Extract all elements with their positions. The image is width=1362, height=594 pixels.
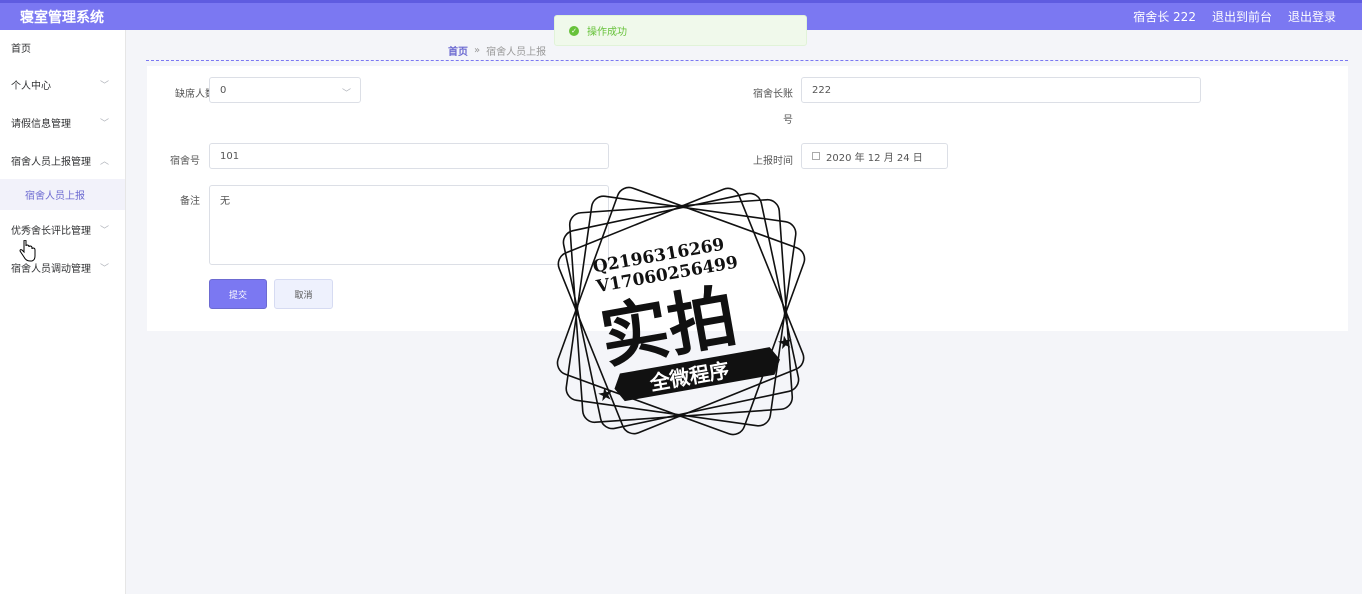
leader-account-label-line1: 宿舍长账	[753, 89, 793, 100]
absent-count-select[interactable]: 0 ﹀	[209, 77, 361, 103]
submit-button[interactable]: 提交	[209, 279, 267, 309]
leader-account-field[interactable]: 222	[801, 77, 1201, 103]
breadcrumb-divider	[146, 60, 1348, 61]
report-time-datepicker[interactable]: 2020 年 12 月 24 日	[801, 143, 948, 169]
breadcrumb-current: 宿舍人员上报	[486, 47, 547, 58]
dorm-number-label: 宿舍号	[170, 156, 200, 167]
sidebar-item-home[interactable]: 首页	[0, 30, 125, 65]
sidebar-item-report-management[interactable]: 宿舍人员上报管理 ︿	[0, 141, 125, 179]
breadcrumb-home[interactable]: 首页	[448, 43, 468, 58]
chevron-down-icon: ﹀	[341, 89, 351, 99]
current-user: 宿舍长 222	[1133, 10, 1196, 24]
cancel-button[interactable]: 取消	[274, 279, 333, 309]
leader-account-label-wrap: 号	[733, 111, 793, 126]
chevron-down-icon: ﹀	[99, 263, 109, 274]
check-circle-icon: ✓	[569, 25, 579, 36]
remark-value: 无	[220, 196, 230, 207]
dorm-number-value: 101	[220, 150, 240, 162]
remark-label: 备注	[180, 196, 200, 207]
report-form: 缺席人数 0 ﹀ 宿舍长账 号 222 宿舍号 101 上报时间 2020 年 …	[147, 66, 1348, 331]
absent-label: 缺席人数	[175, 89, 215, 100]
remark-textarea[interactable]: 无	[209, 185, 609, 265]
breadcrumb: 首页 » 宿舍人员上报	[448, 43, 546, 58]
chevron-down-icon: ﹀	[99, 80, 109, 91]
sidebar-item-label: 宿舍人员上报	[25, 191, 85, 202]
sidebar-item-label: 优秀舍长评比管理	[11, 225, 91, 237]
calendar-icon	[812, 152, 820, 160]
sidebar: 首页 个人中心 ﹀ 请假信息管理 ﹀ 宿舍人员上报管理 ︿ 宿舍人员上报 优秀舍…	[0, 30, 126, 594]
chevron-down-icon: ﹀	[99, 225, 109, 236]
chevron-up-icon: ︿	[99, 156, 109, 167]
sidebar-item-leave-management[interactable]: 请假信息管理 ﹀	[0, 103, 125, 141]
main-content: 首页 » 宿舍人员上报 缺席人数 0 ﹀ 宿舍长账 号 222 宿舍号 101 …	[132, 30, 1362, 594]
sidebar-item-label: 个人中心	[11, 80, 51, 92]
sidebar-item-personal-center[interactable]: 个人中心 ﹀	[0, 65, 125, 103]
chevron-down-icon: ﹀	[99, 118, 109, 129]
breadcrumb-separator: »	[474, 45, 481, 56]
toast-message: 操作成功	[587, 27, 627, 38]
sidebar-item-label: 首页	[11, 44, 31, 55]
success-toast: ✓ 操作成功	[554, 15, 807, 46]
absent-count-value: 0	[220, 84, 227, 96]
leader-account-label: 宿舍长账	[733, 85, 793, 100]
report-time-label: 上报时间	[753, 156, 793, 167]
exit-to-front-link[interactable]: 退出到前台	[1212, 8, 1272, 25]
report-time-value: 2020 年 12 月 24 日	[826, 152, 923, 164]
app-title: 寝室管理系统	[20, 10, 104, 26]
logout-link[interactable]: 退出登录	[1288, 8, 1336, 25]
dorm-number-field[interactable]: 101	[209, 143, 609, 169]
leader-account-value: 222	[812, 84, 832, 96]
top-right-menu: 宿舍长 222 退出到前台 退出登录	[1133, 8, 1336, 25]
sidebar-item-label: 宿舍人员上报管理	[11, 156, 91, 168]
hand-pointer-icon	[19, 240, 36, 262]
leader-account-label-line2: 号	[783, 115, 793, 126]
sidebar-item-label: 请假信息管理	[11, 118, 71, 130]
sidebar-subitem-report[interactable]: 宿舍人员上报	[0, 179, 125, 210]
